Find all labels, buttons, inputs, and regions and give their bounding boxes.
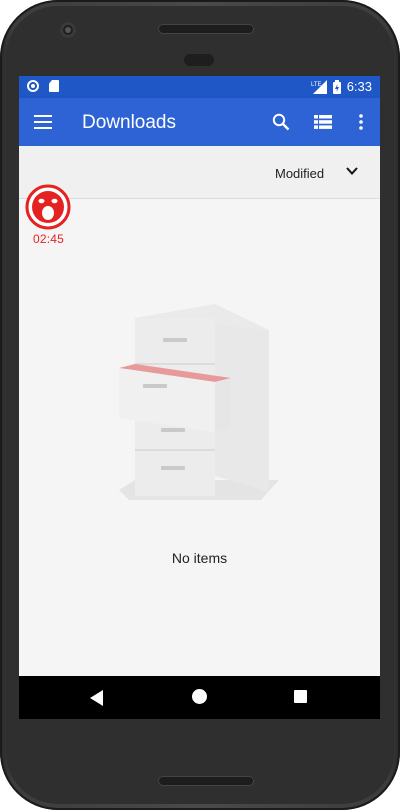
recents-icon[interactable] [294, 690, 307, 703]
search-icon[interactable] [269, 110, 293, 134]
screen-recorder-overlay[interactable]: 02:45 [25, 184, 71, 254]
recorder-face-icon [25, 184, 71, 230]
earpiece-speaker [158, 24, 254, 34]
sd-card-icon [49, 80, 59, 92]
back-icon[interactable] [90, 690, 104, 711]
page-title: Downloads [82, 112, 176, 133]
status-bar: LTE 6:33 [19, 76, 380, 98]
system-nav-bar [19, 676, 380, 719]
proximity-sensor [184, 54, 214, 66]
battery-icon [332, 79, 341, 94]
recorder-timer: 02:45 [33, 232, 65, 246]
signal-icon: LTE [311, 79, 327, 94]
home-icon[interactable] [192, 689, 207, 704]
more-vert-icon[interactable] [349, 110, 373, 134]
chevron-down-icon[interactable] [345, 164, 359, 183]
app-bar: Downloads [19, 98, 380, 146]
screen: LTE 6:33 Downloads Modified 02:45 No ite… [19, 76, 380, 719]
status-bar-right: LTE 6:33 [311, 79, 372, 94]
empty-state-message: No items [171, 550, 228, 566]
menu-icon[interactable] [31, 110, 55, 134]
notification-circle-icon [27, 80, 39, 92]
status-time: 6:33 [346, 79, 372, 94]
sort-label[interactable]: Modified [275, 166, 324, 181]
bottom-speaker [158, 776, 254, 786]
phone-frame: LTE 6:33 Downloads Modified 02:45 No ite… [0, 0, 400, 810]
status-bar-left [27, 80, 59, 92]
sort-bar: Modified [19, 146, 380, 199]
filing-cabinet-icon [119, 304, 281, 505]
list-view-icon[interactable] [311, 110, 335, 134]
front-camera [60, 22, 76, 38]
